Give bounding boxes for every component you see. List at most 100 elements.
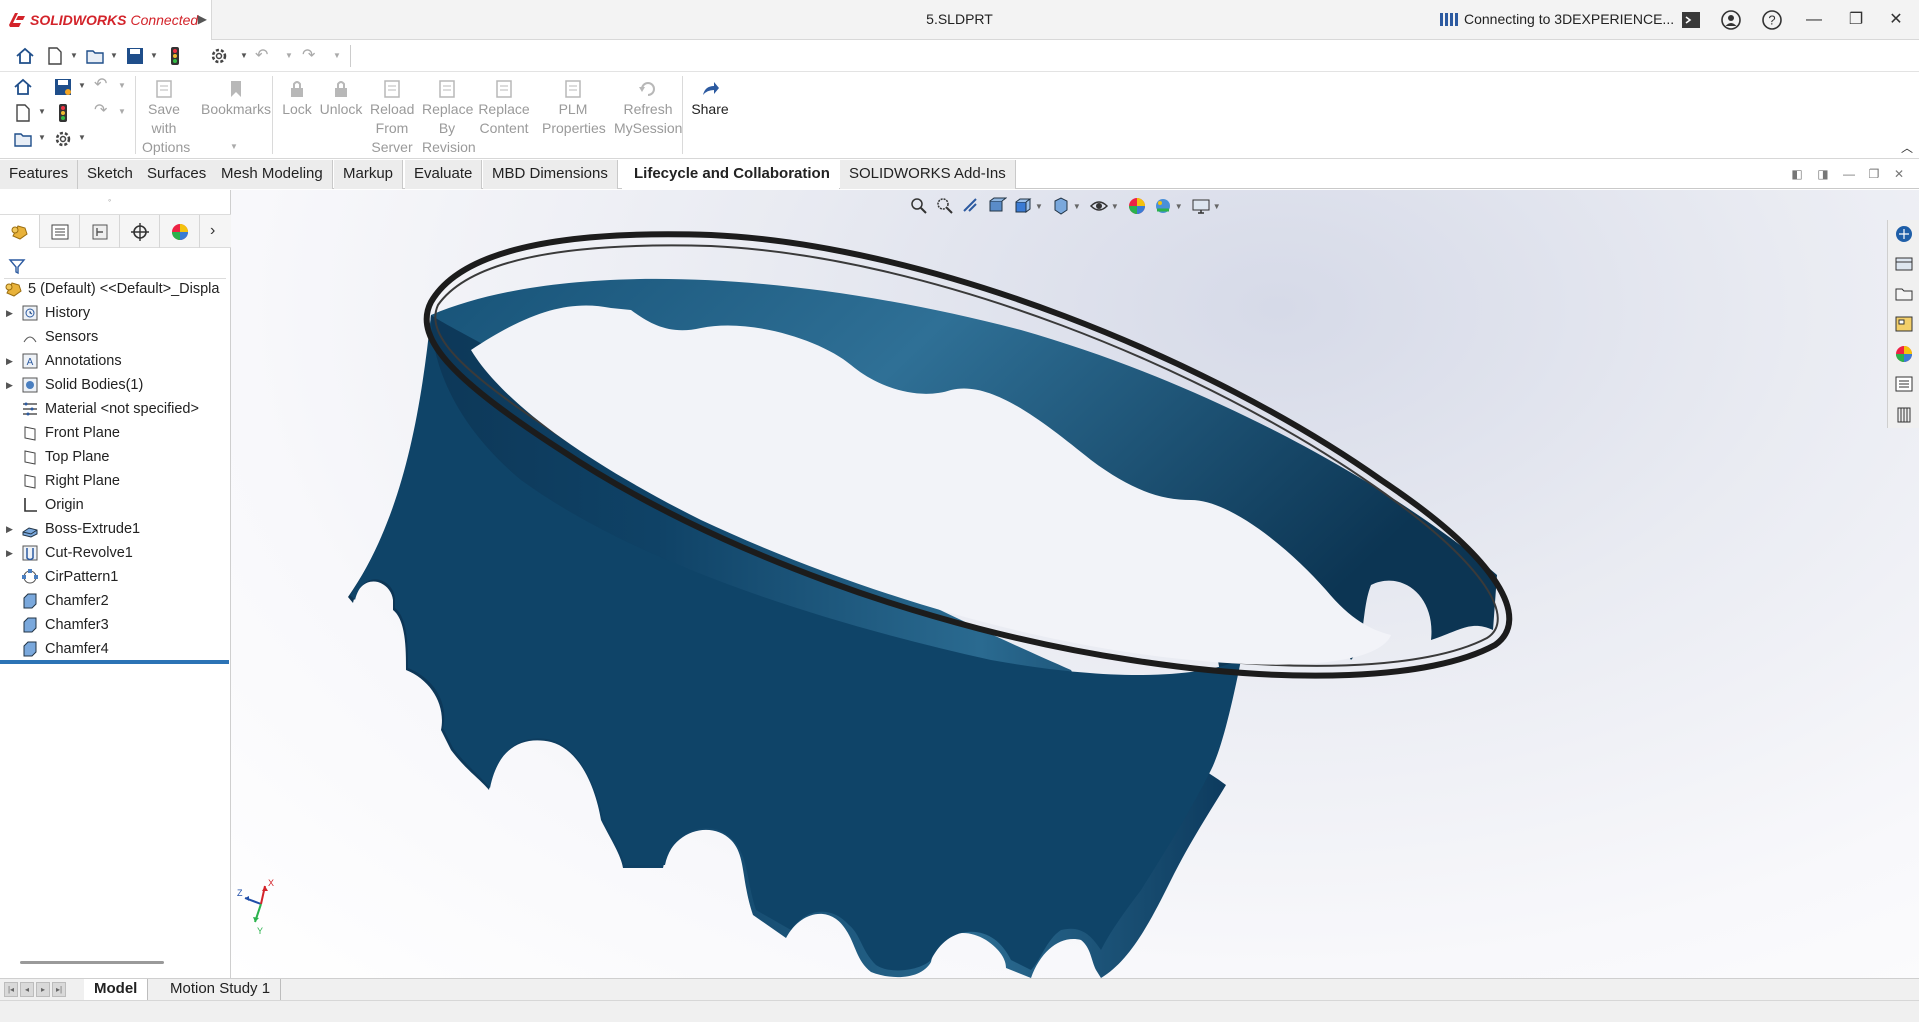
display-manager-tab[interactable] (160, 215, 200, 248)
user-profile-icon[interactable] (1720, 9, 1742, 31)
expand-arrow-icon[interactable]: ▶ (6, 380, 18, 391)
redo-small-icon[interactable]: ↷ (94, 100, 107, 120)
home-icon[interactable] (14, 45, 36, 67)
tab-lifecycle-and-collaboration[interactable]: Lifecycle and Collaboration (622, 160, 839, 189)
3dexperience-icon[interactable] (1894, 224, 1914, 244)
tree-item-sensors[interactable]: Sensors (0, 325, 231, 349)
tree-item-cirpattern1[interactable]: CirPattern1 (0, 565, 231, 589)
tab-markup[interactable]: Markup (334, 160, 404, 189)
doc-close-icon[interactable]: ✕ (1891, 166, 1907, 182)
expand-arrow-icon[interactable]: ▶ (6, 524, 18, 535)
tab-mesh-modeling[interactable]: Mesh Modeling (212, 160, 333, 189)
tab-solidworks-add-ins[interactable]: SOLIDWORKS Add-Ins (840, 160, 1016, 189)
open-small-dropdown-icon[interactable]: ▼ (38, 133, 46, 142)
tree-item-solid-bodies-1[interactable]: ▶ Solid Bodies(1) (0, 373, 231, 397)
view-orientation-icon[interactable] (1013, 196, 1033, 216)
solidworks-resources-icon[interactable] (1894, 404, 1914, 424)
tab-sketch[interactable]: Sketch (78, 160, 143, 189)
bottom-tab-motion-study-1[interactable]: Motion Study 1 (160, 979, 282, 1000)
dimxpert-manager-tab[interactable] (120, 215, 160, 248)
bottom-tab-model[interactable]: Model (84, 979, 149, 1000)
part-model[interactable] (231, 190, 1919, 978)
tree-item-right-plane[interactable]: Right Plane (0, 469, 231, 493)
collapse-ribbon-icon[interactable]: ︿ (1901, 139, 1913, 156)
zoom-to-fit-icon[interactable] (909, 196, 929, 216)
command-prompt-icon[interactable] (1680, 9, 1702, 31)
property-manager-tab[interactable] (40, 215, 80, 248)
new-small-icon[interactable] (12, 102, 34, 124)
design-library-icon[interactable] (1894, 254, 1914, 274)
reload-button[interactable]: Reload From Server (370, 78, 414, 157)
display-style-dropdown-icon[interactable]: ▼ (1073, 202, 1081, 211)
horizontal-scrollbar[interactable] (20, 961, 164, 964)
hide-show-items-icon[interactable] (1089, 196, 1109, 216)
view-palette-icon[interactable] (1894, 314, 1914, 334)
options-small-dropdown-icon[interactable]: ▼ (78, 133, 86, 142)
tree-filter[interactable] (4, 251, 226, 279)
panel-left-icon[interactable]: ◧ (1789, 166, 1805, 182)
replace-revision-button[interactable]: Replace By Revision (422, 78, 476, 157)
undo-dropdown-icon[interactable]: ▼ (285, 51, 293, 73)
minimize-button[interactable]: — (1800, 8, 1828, 32)
undo-small-dropdown-icon[interactable]: ▼ (118, 81, 126, 90)
tree-item-history[interactable]: ▶ History (0, 301, 231, 325)
next-tab-button[interactable]: ▸ (36, 982, 50, 997)
tree-item-chamfer3[interactable]: Chamfer3 (0, 613, 231, 637)
open-icon[interactable] (84, 45, 106, 67)
file-explorer-icon[interactable] (1894, 284, 1914, 304)
display-style-icon[interactable] (1051, 196, 1071, 216)
new-document-icon[interactable] (44, 45, 66, 67)
home-small-icon[interactable] (12, 76, 34, 98)
unlock-button[interactable]: Unlock (318, 78, 364, 119)
help-icon[interactable]: ? (1761, 9, 1783, 31)
tree-item-front-plane[interactable]: Front Plane (0, 421, 231, 445)
save-small-dropdown-icon[interactable]: ▼ (78, 81, 86, 90)
custom-properties-icon[interactable] (1894, 374, 1914, 394)
tab-surfaces[interactable]: Surfaces (138, 160, 217, 189)
expand-arrow-icon[interactable]: ▶ (6, 548, 18, 559)
tree-item-boss-extrude1[interactable]: ▶ Boss-Extrude1 (0, 517, 231, 541)
zoom-to-area-icon[interactable] (935, 196, 955, 216)
rebuild-small-icon[interactable] (52, 102, 74, 124)
tree-item-chamfer2[interactable]: Chamfer2 (0, 589, 231, 613)
solidworks-menu[interactable]: SOLIDWORKS Connected ▶ (0, 0, 212, 40)
tab-evaluate[interactable]: Evaluate (405, 160, 483, 189)
redo-icon[interactable]: ↷ (302, 45, 315, 67)
share-button[interactable]: Share (690, 78, 730, 119)
expand-arrow-icon[interactable]: ▶ (6, 356, 18, 367)
panel-grip-icon[interactable]: ◦ (108, 195, 111, 205)
previous-view-icon[interactable] (961, 196, 981, 216)
first-tab-button[interactable]: |◂ (4, 982, 18, 997)
undo-icon[interactable]: ↶ (255, 45, 268, 67)
previous-tab-button[interactable]: ◂ (20, 982, 34, 997)
close-button[interactable]: ✕ (1882, 8, 1910, 32)
new-dropdown-icon[interactable]: ▼ (70, 51, 78, 73)
doc-minimize-icon[interactable]: — (1841, 166, 1857, 182)
options-small-icon[interactable] (52, 128, 74, 150)
redo-dropdown-icon[interactable]: ▼ (333, 51, 341, 73)
tree-item-material-not-specified[interactable]: Material <not specified> (0, 397, 231, 421)
more-tabs-icon[interactable]: › (210, 222, 215, 240)
refresh-button[interactable]: Refresh MySession (614, 78, 682, 138)
replace-content-button[interactable]: Replace Content (476, 78, 532, 138)
tree-root[interactable]: 5 (Default) <<Default>_Displa (0, 277, 231, 301)
tree-item-chamfer4[interactable]: Chamfer4 (0, 637, 231, 661)
graphics-area[interactable]: ▼ ▼ ▼ ▼ ▼ Z X Y (231, 190, 1919, 978)
connection-status[interactable]: Connecting to 3DEXPERIENCE... (1440, 11, 1674, 27)
view-settings-dropdown-icon[interactable]: ▼ (1213, 202, 1221, 211)
save-icon[interactable] (124, 45, 146, 67)
rebuild-icon[interactable] (164, 45, 186, 67)
configuration-manager-tab[interactable] (80, 215, 120, 248)
tree-item-origin[interactable]: Origin (0, 493, 231, 517)
expand-arrow-icon[interactable]: ▶ (6, 308, 18, 319)
redo-small-dropdown-icon[interactable]: ▼ (118, 107, 126, 116)
new-small-dropdown-icon[interactable]: ▼ (38, 107, 46, 116)
save-options-button[interactable]: Save with Options (142, 78, 190, 157)
appearances-icon[interactable] (1894, 344, 1914, 364)
lock-button[interactable]: Lock (280, 78, 314, 119)
open-dropdown-icon[interactable]: ▼ (110, 51, 118, 73)
options-dropdown-icon[interactable]: ▼ (240, 51, 248, 73)
save-small-icon[interactable] (52, 76, 74, 98)
bookmarks-dropdown-icon[interactable]: ▼ (230, 142, 238, 151)
view-orientation-dropdown-icon[interactable]: ▼ (1035, 202, 1043, 211)
